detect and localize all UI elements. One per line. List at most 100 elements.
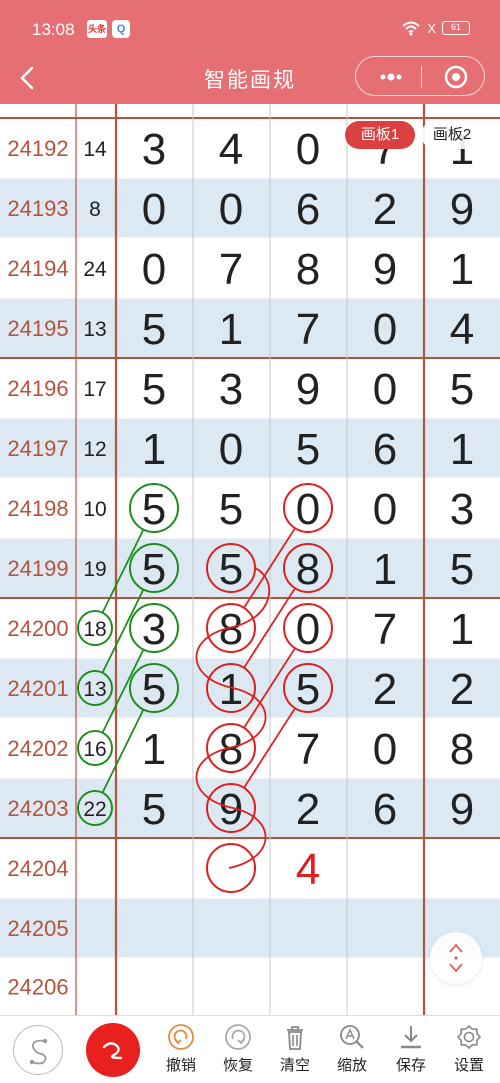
- digit-cell: 5: [219, 485, 243, 534]
- freehand-curve-icon: [102, 1042, 123, 1060]
- digit-cell: 5: [142, 665, 166, 714]
- digit-cell: 1: [219, 305, 243, 354]
- digit-cell: 9: [373, 245, 397, 294]
- clear-label: 清空: [279, 1057, 310, 1074]
- digit-cell: 4: [450, 305, 474, 354]
- digit-cell: 8: [450, 725, 474, 774]
- tab-board-1[interactable]: 画板1: [345, 121, 415, 149]
- settings-button[interactable]: 设置: [443, 1022, 495, 1082]
- save-button[interactable]: 保存: [385, 1022, 437, 1082]
- period-number: 24197: [7, 436, 68, 461]
- sum-value: 14: [83, 138, 107, 161]
- nav-bar: 智能画规: [0, 52, 500, 104]
- digit-cell: 0: [142, 245, 166, 294]
- wifi-icon: [402, 21, 420, 36]
- close-miniprogram-button[interactable]: [442, 63, 470, 91]
- capsule-divider: [421, 66, 422, 88]
- battery-level: 61: [450, 22, 461, 32]
- digit-cell: 0: [373, 305, 397, 354]
- digit-cell: 2: [450, 665, 474, 714]
- digit-cell: 7: [219, 245, 243, 294]
- sum-value: 22: [83, 798, 106, 821]
- sum-value: 19: [83, 558, 106, 581]
- status-time: 13:08: [32, 20, 75, 39]
- digit-cell: 2: [373, 665, 397, 714]
- freehand-draw-button[interactable]: [86, 1023, 140, 1077]
- digit-cell: 5: [142, 485, 166, 534]
- digit-cell: 9: [296, 365, 320, 414]
- browser-notification-icon: Q: [112, 20, 130, 38]
- digit-cell: 0: [296, 605, 320, 654]
- digit-cell: 0: [373, 485, 397, 534]
- digit-cell: 5: [450, 545, 474, 594]
- digit-cell: 9: [450, 785, 474, 834]
- sum-value: 17: [83, 378, 106, 401]
- digit-cell: 5: [219, 545, 243, 594]
- period-number: 24199: [7, 556, 68, 581]
- period-number: 24201: [7, 676, 68, 701]
- digit-cell: 5: [142, 545, 166, 594]
- scroll-toggle-button[interactable]: [430, 932, 482, 984]
- digit-cell: 3: [219, 365, 243, 414]
- save-label: 保存: [395, 1057, 426, 1074]
- drawing-board[interactable]: 24192 14 3 4 0 7 1 24193 8 0 0 6 2 9 24194 24 0 7 8 9 1 24195…: [0, 104, 500, 1015]
- line-mode-button[interactable]: [13, 1025, 63, 1075]
- period-number: 24192: [7, 136, 68, 161]
- app-header: 13:08 头条 Q X 61 智能画规: [0, 0, 500, 104]
- sum-value: 13: [83, 678, 106, 701]
- undo-icon: [168, 1024, 194, 1050]
- period-number: 24193: [7, 196, 68, 221]
- tab-board-2[interactable]: 画板2: [421, 121, 483, 149]
- redo-button[interactable]: 恢复: [212, 1022, 264, 1082]
- download-icon: [401, 1026, 421, 1049]
- digit-cell: 8: [296, 245, 320, 294]
- clear-button[interactable]: 清空: [269, 1022, 321, 1082]
- battery-icon: 61: [442, 21, 470, 35]
- digit-cell: 0: [373, 725, 397, 774]
- digit-cell: 5: [296, 425, 320, 474]
- sum-value: 13: [83, 318, 106, 341]
- miniprogram-capsule: [355, 56, 485, 96]
- digit-cell: 4: [219, 125, 243, 174]
- sum-value: 18: [83, 618, 106, 641]
- curve-s-icon: [29, 1038, 48, 1065]
- digit-cell: 7: [296, 725, 320, 774]
- period-number: 24198: [7, 496, 68, 521]
- digit-cell: 0: [296, 125, 320, 174]
- sum-value: 10: [83, 498, 106, 521]
- trash-icon: [287, 1026, 303, 1050]
- signal-icon: X: [427, 20, 436, 36]
- period-number: 24205: [7, 916, 68, 941]
- more-button[interactable]: [376, 63, 406, 91]
- sum-value: 12: [83, 438, 106, 461]
- digit-cell: 3: [142, 605, 166, 654]
- status-indicators: X 61: [401, 20, 470, 36]
- digit-cell: 1: [450, 605, 474, 654]
- undo-button[interactable]: 撤销: [155, 1022, 207, 1082]
- zoom-label: 缩放: [336, 1057, 367, 1074]
- digit-cell: 0: [219, 425, 243, 474]
- digit-cell: 5: [296, 665, 320, 714]
- digit-cell: 6: [373, 785, 397, 834]
- digit-cell: 1: [450, 425, 474, 474]
- more-dots-icon: [380, 73, 402, 81]
- digit-cell: 0: [142, 185, 166, 234]
- digit-cell: 5: [142, 305, 166, 354]
- digit-cell: 7: [296, 305, 320, 354]
- digit-cell: 1: [450, 245, 474, 294]
- digit-cell: 5: [450, 365, 474, 414]
- digit-cell: 0: [373, 365, 397, 414]
- number-grid[interactable]: 24192 14 3 4 0 7 124193 8 0 0 6 2 924194 24 0 7 8 9 124195…: [0, 104, 500, 1015]
- digit-cell: 6: [296, 185, 320, 234]
- magnifier-icon: [340, 1025, 364, 1049]
- up-down-arrows-icon: [449, 943, 463, 973]
- sum-value: 8: [89, 198, 101, 221]
- zoom-button[interactable]: 缩放: [326, 1022, 378, 1082]
- bottom-toolbar: 撤销 恢复 清空 缩放 保存 设置: [0, 1015, 500, 1083]
- digit-cell: 1: [142, 725, 166, 774]
- period-number: 24194: [7, 256, 68, 281]
- period-number: 24195: [7, 316, 68, 341]
- undo-label: 撤销: [165, 1057, 196, 1074]
- digit-cell: 2: [296, 785, 320, 834]
- sum-value: 24: [83, 258, 107, 281]
